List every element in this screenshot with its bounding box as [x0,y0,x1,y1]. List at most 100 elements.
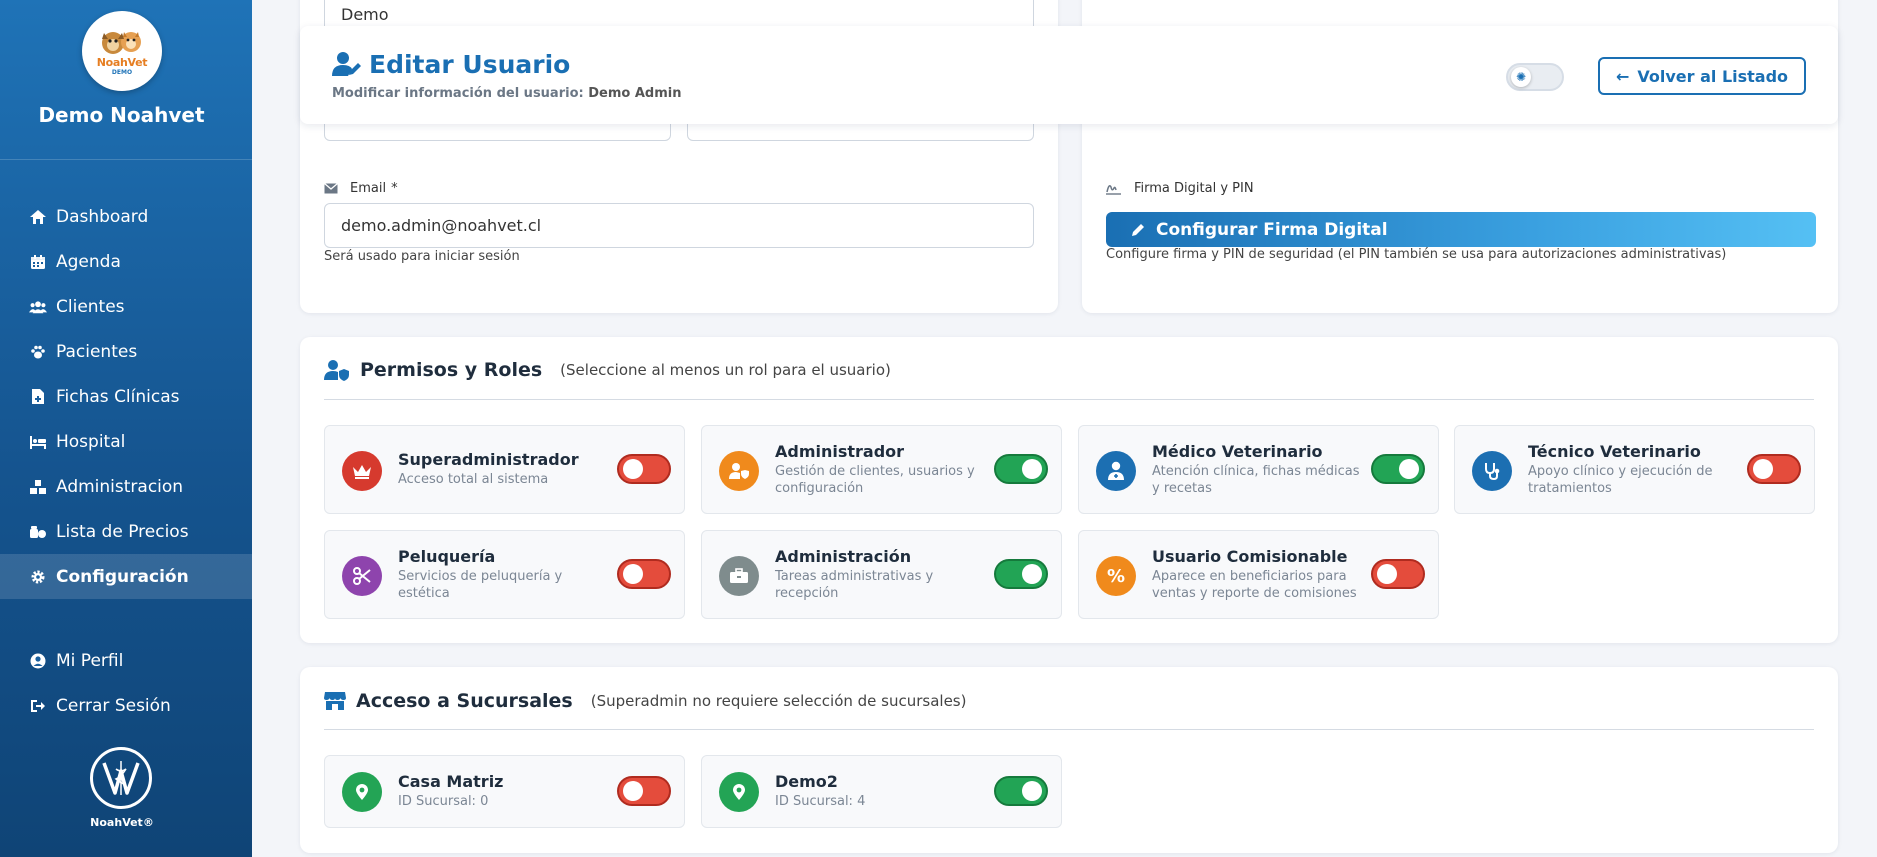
sidebar-item-label: Fichas Clínicas [56,386,180,407]
theme-toggle[interactable]: ✺ [1506,63,1564,91]
role-card-superadministrador[interactable]: Superadministrador Acceso total al siste… [324,425,685,514]
page-title: Editar Usuario [369,50,571,79]
paw-icon [29,343,47,361]
role-card-administracion[interactable]: Administración Tareas administrativas y … [701,530,1062,619]
footer-brand-text: NoahVet® [90,816,154,829]
role-toggle-superadministrador[interactable] [617,454,671,484]
sun-icon: ✺ [1511,67,1531,87]
role-description: Apoyo clínico y ejecución de tratamiento… [1528,464,1713,496]
sidebar-item-label: Clientes [56,296,125,317]
branches-section-title: Acceso a Sucursales (Superadmin no requi… [324,690,966,712]
role-card-administrador[interactable]: Administrador Gestión de clientes, usuar… [701,425,1062,514]
back-to-list-label: Volver al Listado [1637,66,1789,86]
role-toggle-administrador[interactable] [994,454,1048,484]
logout-icon [29,697,47,715]
user-edit-icon [332,52,361,76]
role-toggle-peluqueria[interactable] [617,559,671,589]
branches-divider [324,729,1814,730]
sidebar-item-hospital[interactable]: Hospital [0,419,252,464]
brand-name: Demo Noahvet [38,103,205,127]
role-card-medico-veterinario[interactable]: Médico Veterinario Atención clínica, fic… [1078,425,1439,514]
gear-icon [29,568,47,586]
brand-logo[interactable]: NoahVet DEMO [82,11,162,91]
branch-name: Casa Matriz [398,772,504,791]
branches-title-text: Acceso a Sucursales [356,690,573,712]
arrow-left-icon: ← [1615,66,1630,86]
branch-toggle-casa-matriz[interactable] [617,776,671,806]
subtitle-prefix: Modificar información del usuario: [332,86,584,101]
role-card-tecnico-veterinario[interactable]: Técnico Veterinario Apoyo clínico y ejec… [1454,425,1815,514]
email-help-text: Será usado para iniciar sesión [324,249,520,264]
sidebar-item-label: Cerrar Sesión [56,695,171,716]
signature-label-text: Firma Digital y PIN [1134,181,1254,196]
sidebar-item-label: Dashboard [56,206,149,227]
branch-toggle-demo2[interactable] [994,776,1048,806]
file-medical-icon [29,388,47,406]
branches-hint: (Superadmin no requiere selección de suc… [590,692,967,710]
role-name: Usuario Comisionable [1152,547,1348,566]
logo-wordmark: NoahVet [96,55,148,69]
home-icon [29,208,47,226]
role-toggle-administracion[interactable] [994,559,1048,589]
role-name: Superadministrador [398,450,579,469]
sidebar-item-agenda[interactable]: Agenda [0,239,252,284]
sidebar-item-pacientes[interactable]: Pacientes [0,329,252,374]
role-name: Administrador [775,442,905,461]
roles-divider [324,399,1814,400]
roles-section-title: Permisos y Roles (Seleccione al menos un… [324,359,891,381]
sidebar-brand: NoahVet DEMO Demo Noahvet [0,0,252,160]
user-circle-icon [29,652,47,670]
pen-icon [1132,223,1144,236]
role-description: Servicios de peluquería y estética [398,569,563,601]
sidebar-item-mi-perfil[interactable]: Mi Perfil [0,638,252,683]
cubes-icon [29,478,47,496]
roles-title-text: Permisos y Roles [360,359,543,381]
back-to-list-button[interactable]: ← Volver al Listado [1598,57,1806,95]
sidebar-item-fichas-clinicas[interactable]: Fichas Clínicas [0,374,252,419]
sidebar-item-administracion[interactable]: Administracion [0,464,252,509]
noahvet-footer-logo [90,747,152,809]
sidebar-item-cerrar-sesion[interactable]: Cerrar Sesión [0,683,252,728]
sidebar-item-dashboard[interactable]: Dashboard [0,194,252,239]
hospital-bed-icon [29,433,47,451]
sidebar-item-label: Lista de Precios [56,521,189,542]
role-description: Tareas administrativas y recepción [775,569,934,601]
sidebar-item-lista-de-precios[interactable]: Lista de Precios [0,509,252,554]
sidebar-item-clientes[interactable]: Clientes [0,284,252,329]
sidebar: NoahVet DEMO Demo Noahvet Dashboard Agen… [0,0,252,857]
configure-signature-label: Configurar Firma Digital [1156,219,1388,240]
branch-card-casa-matriz[interactable]: Casa Matriz ID Sucursal: 0 [324,755,685,828]
email-field-value: demo.admin@noahvet.cl [341,216,542,235]
sidebar-bottom-nav: Mi Perfil Cerrar Sesión [0,638,252,728]
email-label-text: Email [350,181,387,196]
sidebar-item-configuracion[interactable]: Configuración [0,554,252,599]
sidebar-item-label: Mi Perfil [56,650,124,671]
email-field[interactable]: demo.admin@noahvet.cl [324,203,1034,248]
role-name: Técnico Veterinario [1528,442,1701,461]
role-name: Administración [775,547,912,566]
sidebar-item-label: Agenda [56,251,121,272]
signature-help-text: Configure firma y PIN de seguridad (el P… [1106,247,1727,262]
sidebar-nav: Dashboard Agenda Clientes Pacientes Fich… [0,194,252,599]
signature-label: Firma Digital y PIN [1106,181,1254,196]
dog-cat-logo-icon [102,31,141,54]
role-toggle-medico-veterinario[interactable] [1371,454,1425,484]
map-marker-icon [342,772,382,812]
configure-signature-button[interactable]: Configurar Firma Digital [1106,212,1816,247]
signature-icon [1106,185,1121,195]
role-description: Gestión de clientes, usuarios y configur… [775,464,975,496]
logo-subtitle: DEMO [111,68,133,76]
briefcase-icon [719,556,759,596]
role-toggle-tecnico-veterinario[interactable] [1747,454,1801,484]
percent-icon: % [1096,556,1136,596]
email-label: Email * [324,181,398,196]
subtitle-user: Demo Admin [588,86,682,101]
crown-icon [342,451,382,491]
role-description: Atención clínica, fichas médicas y recet… [1152,464,1360,496]
role-name: Peluquería [398,547,496,566]
role-card-usuario-comisionable[interactable]: % Usuario Comisionable Aparece en benefi… [1078,530,1439,619]
role-card-peluqueria[interactable]: Peluquería Servicios de peluquería y est… [324,530,685,619]
sidebar-item-label: Administracion [56,476,184,497]
role-toggle-usuario-comisionable[interactable] [1371,559,1425,589]
branch-card-demo2[interactable]: Demo2 ID Sucursal: 4 [701,755,1062,828]
